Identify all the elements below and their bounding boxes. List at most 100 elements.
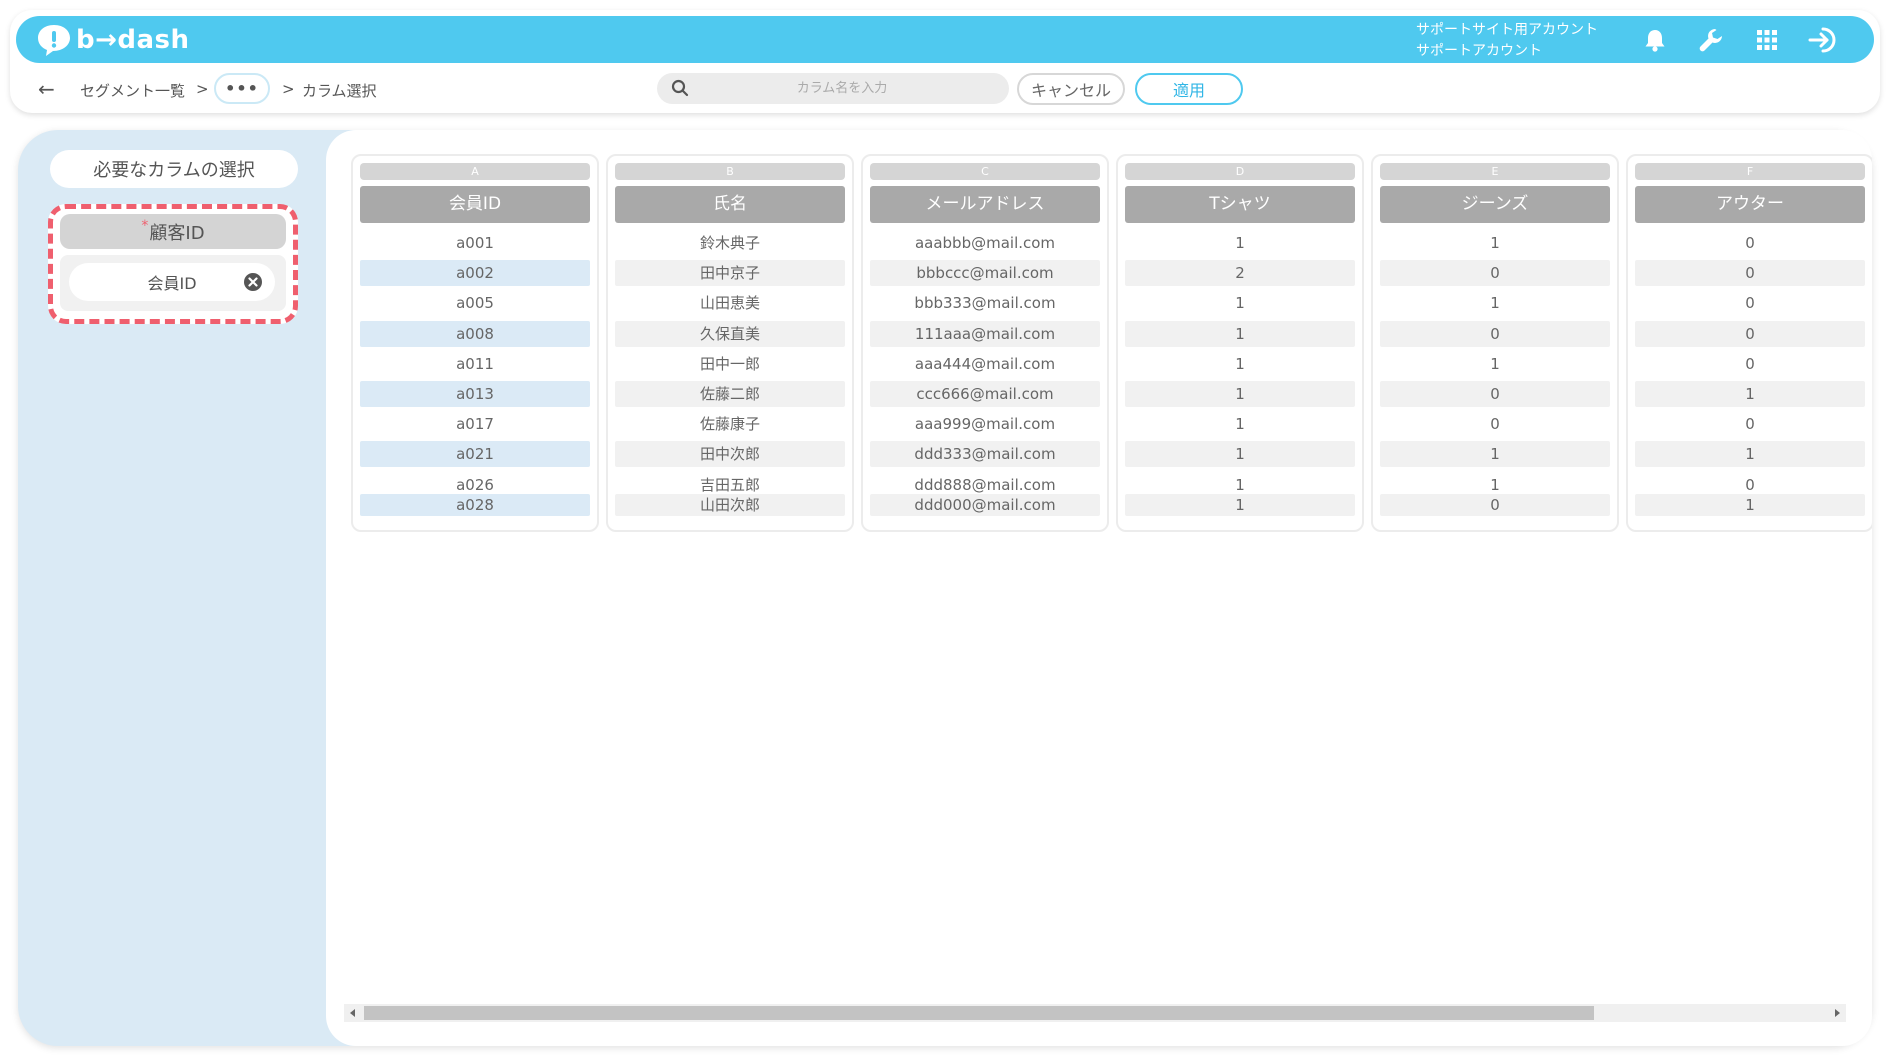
logo[interactable]: b→dash [36,22,190,58]
selected-column-chip[interactable]: 会員ID [69,263,275,301]
column-header[interactable]: メールアドレス [870,186,1100,223]
column-header[interactable]: ジーンズ [1380,186,1610,223]
nav-row: ← セグメント一覧 > ••• > カラム選択 キャンセル 適用 [10,72,1880,108]
search-input[interactable] [697,73,987,104]
breadcrumb-separator: > [282,80,295,98]
table-cell: 0 [1635,260,1865,287]
bell-icon[interactable] [1640,25,1670,55]
column-card[interactable]: C メールアドレス aaabbb@mail.com bbbccc@mail.com bb… [861,154,1109,532]
table-cell: 1 [1490,234,1500,252]
table-cell: a028 [360,494,590,517]
account-info[interactable]: サポートサイト用アカウント サポートアカウント [1416,20,1598,62]
search-icon [671,79,689,97]
logo-text: b→dash [76,25,190,55]
wrench-icon[interactable] [1696,25,1726,55]
content-panel: A 会員ID a001 a002 a005 a008 a011 a013 a017 a021 a02… [326,130,1872,1046]
table-cell: 1 [1380,441,1610,468]
column-card[interactable]: B 氏名 鈴木典子 田中京子 山田恵美 久保直美 田中一郎 佐藤二郎 佐藤康子 田中次郎 吉田五郎山… [606,154,854,532]
table-cell: 111aaa@mail.com [870,320,1100,347]
back-arrow-icon[interactable]: ← [38,77,55,101]
table-cell: 1 [1490,354,1500,373]
table-cell: 1 [1635,494,1865,517]
table-cell: 田中京子 [615,260,845,287]
table-cell: 1 [1635,441,1865,468]
table-cell: a013 [360,381,590,407]
column-header[interactable]: 氏名 [615,186,845,223]
table-cell: a008 [360,320,590,347]
column-letter: D [1125,163,1355,180]
logout-icon[interactable] [1808,25,1838,55]
breadcrumb-more-button[interactable]: ••• [214,73,270,104]
table-cell: 1 [1235,234,1245,252]
column-letter: A [360,163,590,180]
column-header[interactable]: Tシャツ [1125,186,1355,223]
table-cell: 0 [1745,234,1755,252]
apply-button[interactable]: 適用 [1135,73,1243,105]
column-header[interactable]: 会員ID [360,186,590,223]
table-cell: 田中一郎 [699,354,760,373]
cancel-button[interactable]: キャンセル [1017,73,1125,105]
table-cell: 佐藤康子 [699,415,760,434]
customer-id-label: 顧客ID [149,222,205,244]
column-card[interactable]: E ジーンズ 1 0 1 0 1 0 0 1 1 0 [1371,154,1619,532]
table-cell: ddd333@mail.com [870,441,1100,468]
column-letter: F [1635,163,1865,180]
table-cell: 0 [1490,415,1500,434]
table-cell: 0 [1380,494,1610,517]
table-cell: 1 [1635,381,1865,407]
selected-column-list: 会員ID [60,255,286,311]
main-frame: 必要なカラムの選択 * 顧客ID 会員ID A 会員ID a001 a002 a005 a… [18,130,1872,1046]
customer-id-header: * 顧客ID [60,214,286,249]
table-cell: 1 [1235,354,1245,373]
account-line-1: サポートサイト用アカウント [1416,22,1598,38]
table-cell: a002 [360,260,590,287]
column-letter: E [1380,163,1610,180]
table-cell: 久保直美 [615,320,845,347]
scroll-right-icon[interactable] [1831,1007,1843,1019]
table-cell: 0 [1380,260,1610,287]
table-cell: bbbccc@mail.com [870,260,1100,287]
grid-icon[interactable] [1752,25,1782,55]
table-cell: 0 [1745,415,1755,434]
scroll-left-icon[interactable] [347,1007,359,1019]
table-cell: aaa444@mail.com [914,354,1056,373]
table-cell: a001 [456,234,494,252]
table-cell: a011 [456,354,494,373]
table-cell: bbb333@mail.com [914,294,1056,313]
column-table: A 会員ID a001 a002 a005 a008 a011 a013 a017 a021 a02… [326,130,1872,990]
column-selection-title: 必要なカラムの選択 [50,150,298,188]
scrollbar-thumb[interactable] [364,1006,1594,1020]
table-cell: 1 [1490,294,1500,313]
selected-column-label: 会員ID [147,274,197,293]
column-card[interactable]: F アウター 0 0 0 0 0 1 0 1 0 1 [1626,154,1872,532]
table-cell: 田中次郎 [615,441,845,468]
search-box[interactable] [657,73,1009,104]
table-cell: 1 [1125,320,1355,347]
table-cell: 0 [1745,354,1755,373]
table-cell: 0 [1745,294,1755,313]
table-cell: 0 [1635,320,1865,347]
table-cell: aaabbb@mail.com [914,234,1056,252]
required-mark: * [141,217,149,234]
column-letter: C [870,163,1100,180]
table-cell: ccc666@mail.com [870,381,1100,407]
table-cell: a005 [456,294,494,313]
table-cell: aaa999@mail.com [914,415,1056,434]
breadcrumb-separator: > [196,80,209,98]
table-cell: 1 [1235,415,1245,434]
breadcrumb-segment-list[interactable]: セグメント一覧 [80,80,185,101]
table-cell: 1 [1125,494,1355,517]
table-cell: a017 [456,415,494,434]
column-card[interactable]: A 会員ID a001 a002 a005 a008 a011 a013 a017 a021 a02… [351,154,599,532]
table-cell: 2 [1125,260,1355,287]
horizontal-scrollbar[interactable] [344,1004,1846,1022]
breadcrumb-current: カラム選択 [302,82,377,100]
table-cell: a021 [360,441,590,468]
table-cell: 1 [1125,381,1355,407]
table-cell: 佐藤二郎 [615,381,845,407]
column-header[interactable]: アウター [1635,186,1865,223]
remove-circle-icon[interactable] [243,272,263,292]
column-card[interactable]: D Tシャツ 1 2 1 1 1 1 1 1 1 1 [1116,154,1364,532]
selected-columns-box: * 顧客ID 会員ID [48,204,298,324]
table-cell: 1 [1235,294,1245,313]
